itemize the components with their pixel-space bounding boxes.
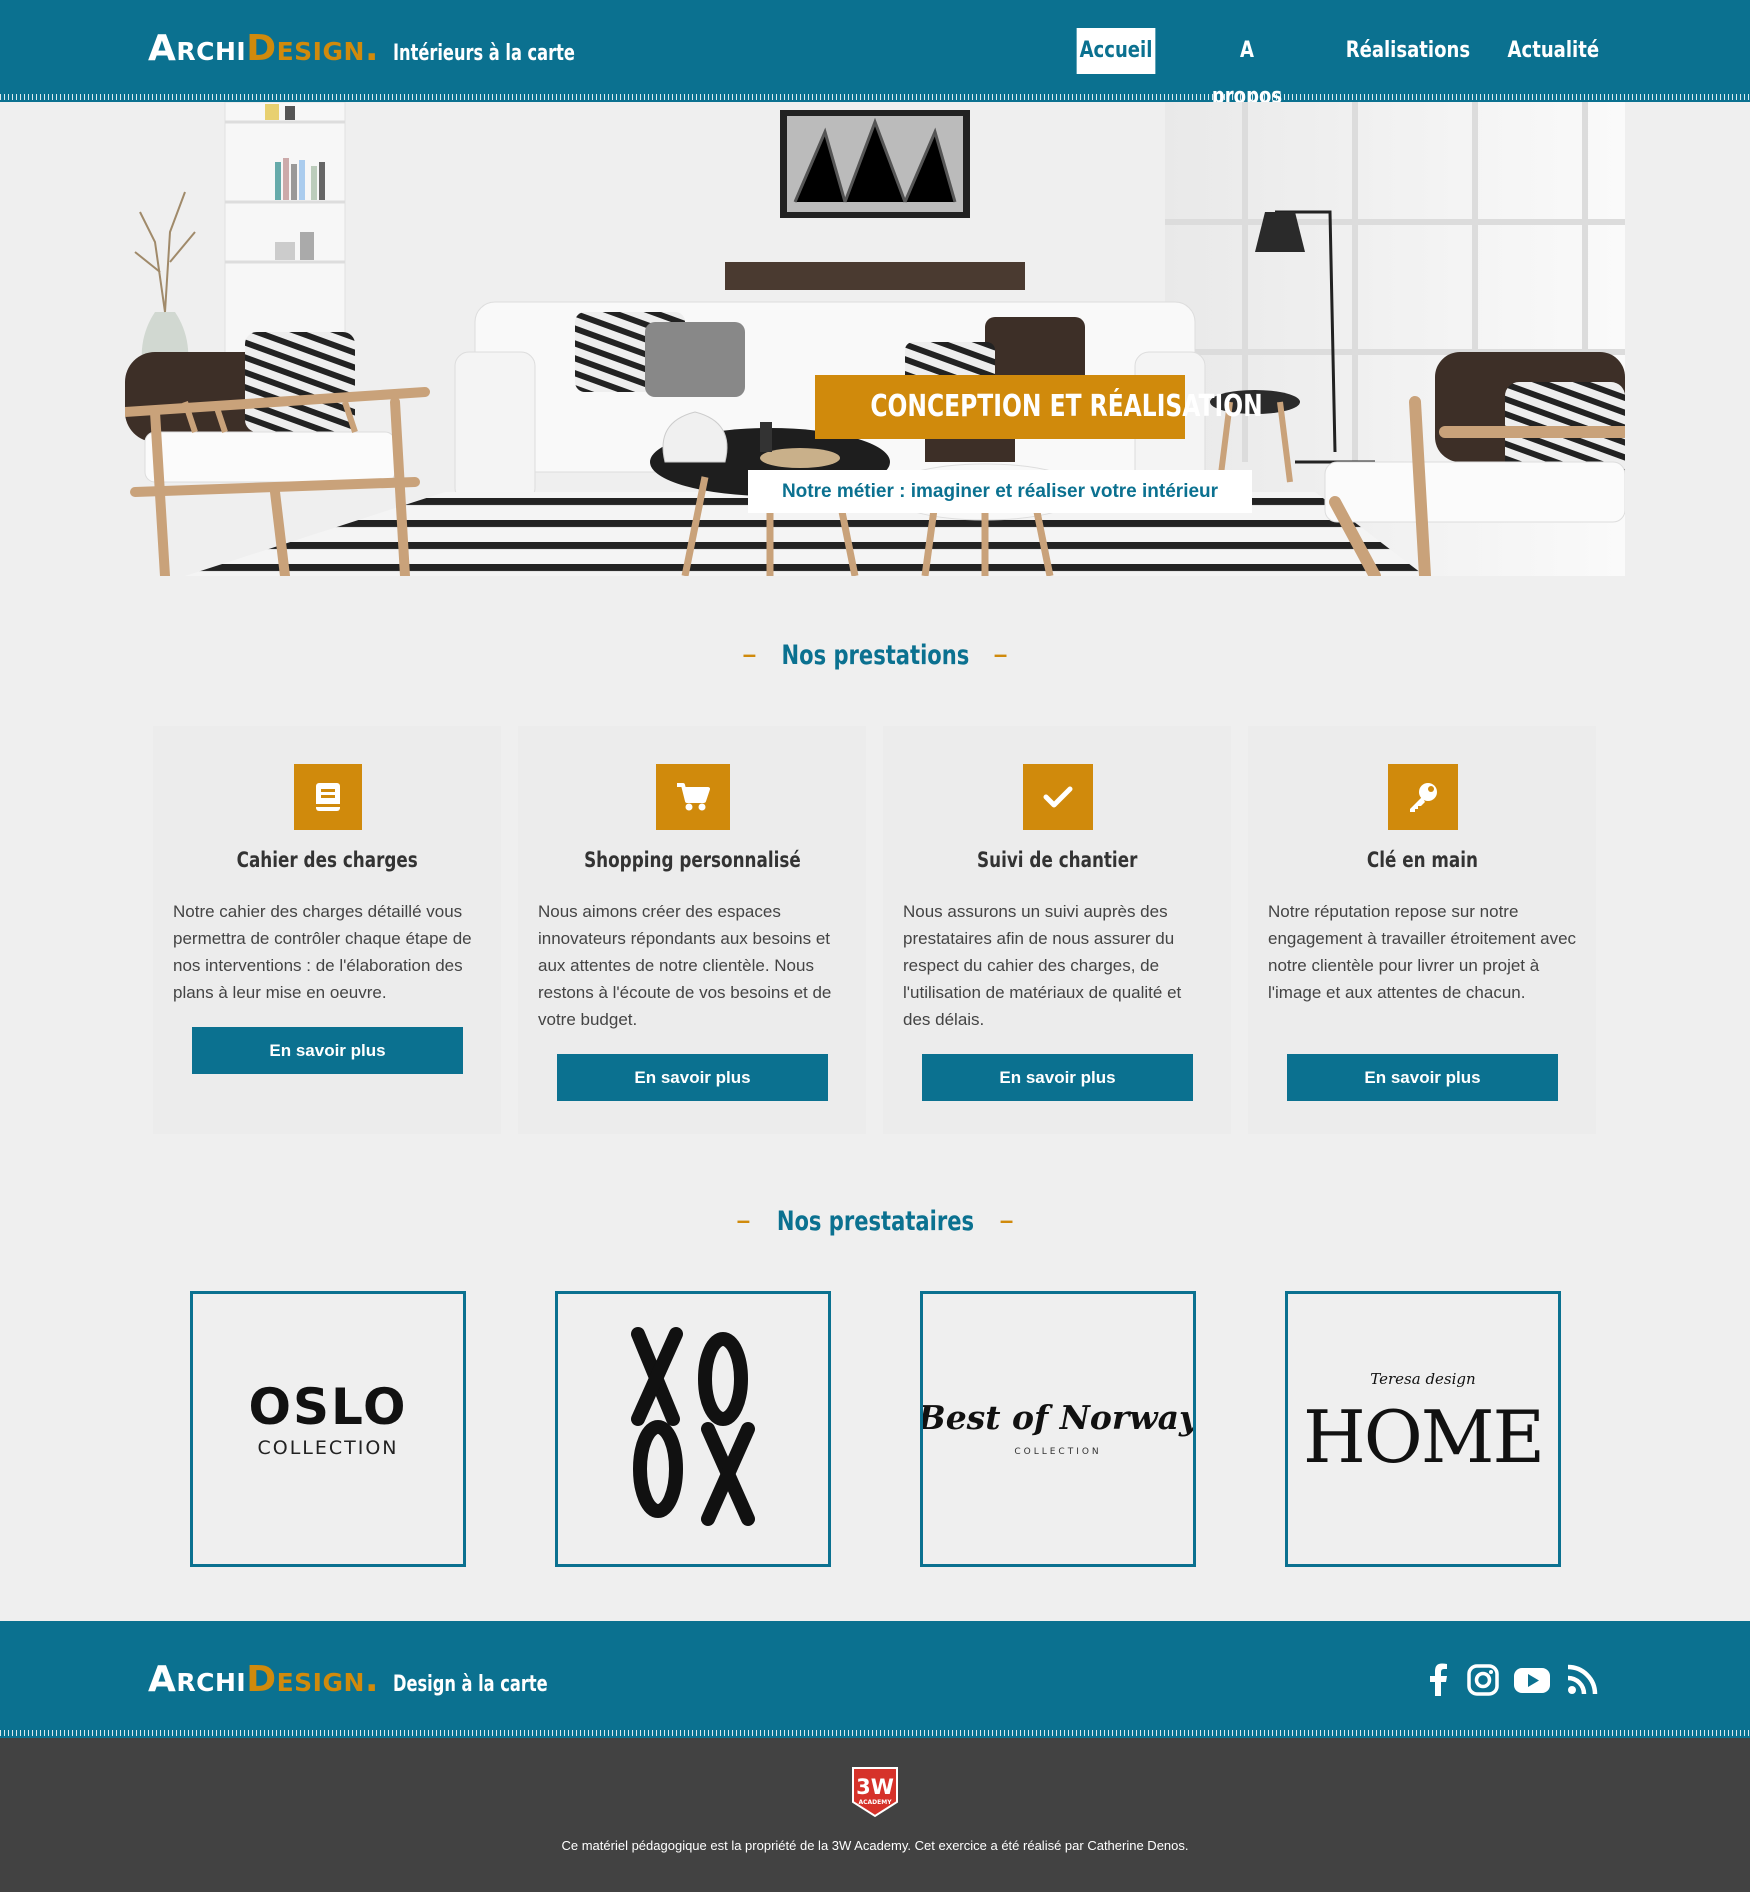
oslo-logo-sub: COLLECTION: [257, 1437, 398, 1459]
card-title-text: Shopping personnalisé: [583, 848, 801, 872]
best-of-norway-logo: Best of Norway COLLECTION: [923, 1398, 1193, 1457]
check-icon: [1043, 786, 1073, 808]
card-icon-box: [1023, 764, 1093, 830]
services-title-text: Nos prestations: [781, 640, 969, 671]
footer-logo[interactable]: Archi Design. Design à la carte: [148, 1659, 582, 1700]
partner-logo-best-of-norway[interactable]: Best of Norway COLLECTION: [920, 1291, 1196, 1567]
home-logo-sub: Teresa design: [1370, 1370, 1475, 1388]
card-title-text: Cahier des charges: [236, 848, 418, 872]
hero-title: CONCEPTION ET RÉALISATION: [815, 375, 1263, 439]
cart-icon: [677, 783, 710, 811]
more-info-button[interactable]: En savoir plus: [192, 1027, 463, 1074]
facebook-icon: [1430, 1663, 1447, 1696]
sub-footer: 3W ACADEMY Ce matériel pédagogique est l…: [0, 1738, 1750, 1892]
card-icon-box: [1388, 764, 1458, 830]
rss-link[interactable]: [1564, 1662, 1600, 1698]
youtube-icon: [1514, 1668, 1550, 1693]
hero-subtitle: Notre métier : imaginer et réaliser votr…: [748, 470, 1252, 513]
partner-logo-oslo[interactable]: OSLO COLLECTION: [190, 1291, 466, 1567]
header-stitch-border: [0, 94, 1750, 100]
card-title: Cahier des charges: [153, 848, 501, 872]
title-dash-left: –: [742, 641, 757, 669]
badge-bottom-text: ACADEMY: [858, 1799, 892, 1806]
badge-top-text: 3W: [856, 1775, 894, 1799]
partners-title-text: Nos prestataires: [776, 1206, 974, 1237]
service-card-cahier: Cahier des charges Notre cahier des char…: [153, 726, 501, 1134]
oslo-logo: OSLO COLLECTION: [248, 1378, 407, 1459]
oslo-logo-name: OSLO: [248, 1378, 407, 1436]
youtube-link[interactable]: [1512, 1662, 1552, 1698]
logo-design: Design.: [246, 1659, 380, 1700]
norway-logo-name: Best of Norway: [923, 1398, 1193, 1437]
card-icon-box: [294, 764, 362, 830]
book-icon: [316, 783, 340, 811]
services-section-title: – Nos prestations –: [0, 640, 1750, 671]
nav-item-a-propos[interactable]: A propos: [1204, 28, 1289, 109]
copyright-text: Ce matériel pédagogique est la propriété…: [561, 1838, 1189, 1853]
card-description: Nous assurons un suivi auprès des presta…: [903, 902, 1182, 1029]
service-card-cle: Clé en main Notre réputation repose sur …: [1248, 726, 1596, 1134]
partners-section-title: – Nos prestataires –: [0, 1206, 1750, 1237]
card-title: Clé en main: [1248, 848, 1596, 872]
norway-logo-sub: COLLECTION: [1014, 1447, 1101, 1457]
service-card-suivi: Suivi de chantier Nous assurons un suivi…: [883, 726, 1231, 1134]
main-nav: Accueil A propos Réalisations Actualité: [0, 28, 1750, 109]
partner-logo-xoox[interactable]: [555, 1291, 831, 1567]
home-logo: HOME Teresa design: [1303, 1370, 1545, 1479]
partner-logo-home[interactable]: HOME Teresa design: [1285, 1291, 1561, 1567]
facebook-link[interactable]: [1421, 1662, 1457, 1698]
card-title-text: Clé en main: [1366, 848, 1478, 872]
3w-academy-badge: 3W ACADEMY: [852, 1767, 898, 1818]
site-footer: Archi Design. Design à la carte: [0, 1621, 1750, 1738]
hero-title-text: CONCEPTION ET RÉALISATION: [870, 389, 1263, 424]
title-dash-right: –: [999, 1207, 1014, 1235]
card-icon-box: [656, 764, 730, 830]
service-card-shopping: Shopping personnalisé Nous aimons créer …: [518, 726, 866, 1134]
hero-banner: CONCEPTION ET RÉALISATION Notre métier :…: [125, 102, 1625, 576]
key-icon: [1410, 783, 1437, 812]
site-header: Archi Design. Intérieurs à la carte Accu…: [0, 0, 1750, 109]
instagram-link[interactable]: [1465, 1662, 1501, 1698]
nav-item-actualite[interactable]: Actualité: [1508, 28, 1600, 74]
xoox-logo: [631, 1327, 755, 1526]
more-info-button[interactable]: En savoir plus: [922, 1054, 1193, 1101]
card-title-text: Suivi de chantier: [976, 848, 1138, 872]
card-description: Notre cahier des charges détaillé vous p…: [173, 902, 472, 1002]
card-description: Notre réputation repose sur notre engage…: [1268, 902, 1577, 1002]
card-title: Suivi de chantier: [883, 848, 1231, 872]
card-title: Shopping personnalisé: [518, 848, 866, 872]
card-description: Nous aimons créer des espaces innovateur…: [538, 902, 832, 1029]
nav-item-realisations[interactable]: Réalisations: [1346, 28, 1470, 74]
more-info-button[interactable]: En savoir plus: [557, 1054, 828, 1101]
more-info-button[interactable]: En savoir plus: [1287, 1054, 1558, 1101]
footer-stitch-border: [0, 1730, 1750, 1736]
rss-icon: [1567, 1664, 1598, 1695]
home-logo-name: HOME: [1303, 1395, 1543, 1479]
title-dash-left: –: [736, 1207, 751, 1235]
logo-archi: Archi: [148, 1659, 247, 1700]
title-dash-right: –: [993, 641, 1008, 669]
nav-item-accueil[interactable]: Accueil: [1076, 28, 1156, 74]
instagram-icon: [1467, 1664, 1499, 1696]
footer-tagline: Design à la carte: [393, 1672, 548, 1697]
